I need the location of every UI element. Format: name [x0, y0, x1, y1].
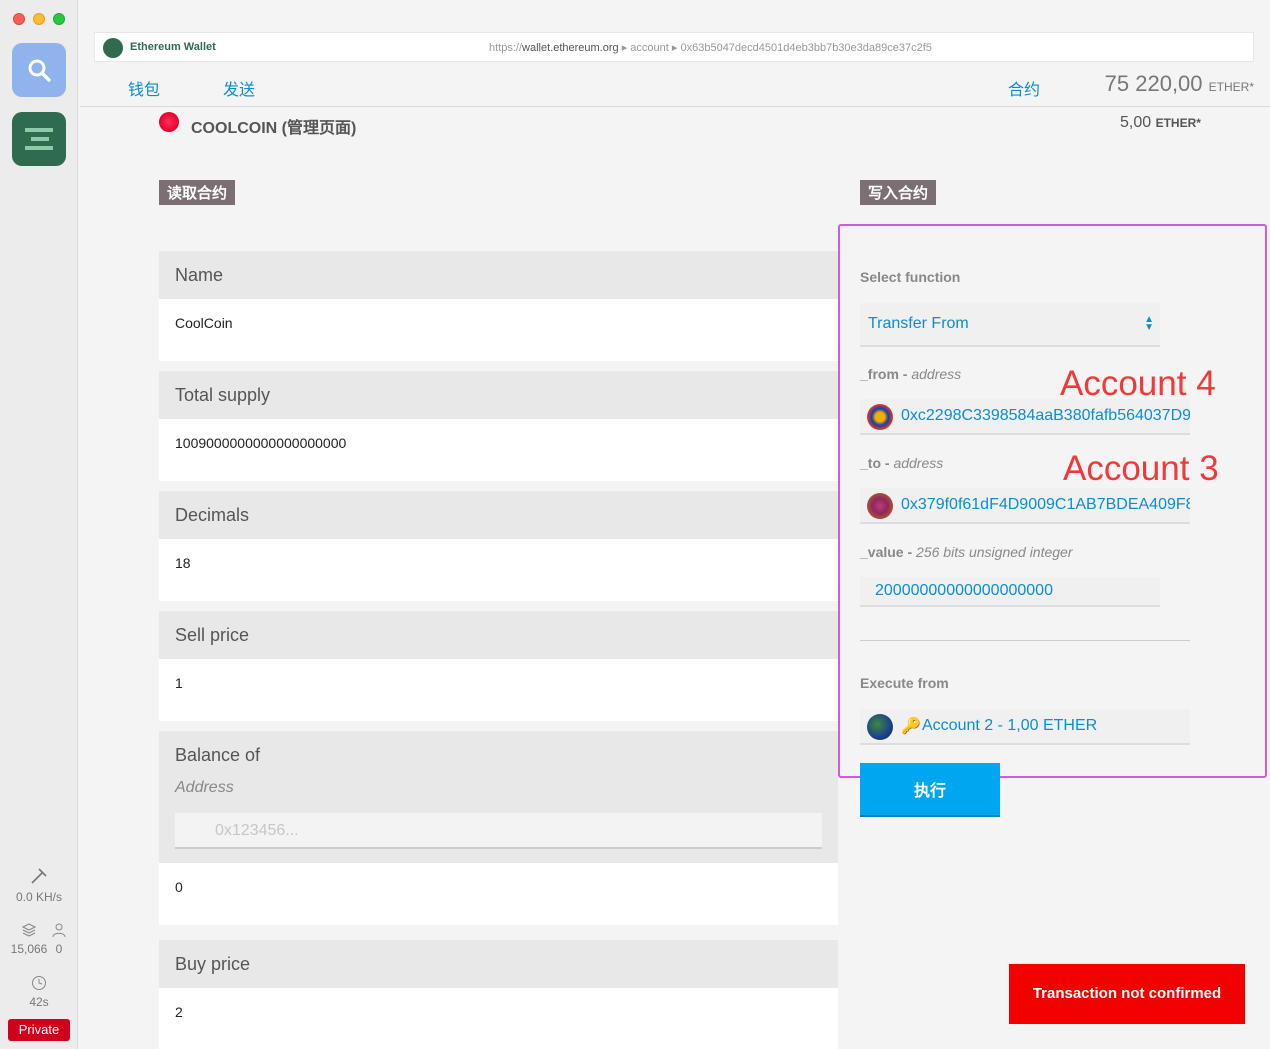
read-contract-heading: 读取合约 [159, 180, 236, 205]
select-arrows-icon: ▲ ▼ [1144, 314, 1154, 333]
search-icon [28, 59, 51, 82]
value-param-type: 256 bits unsigned integer [916, 544, 1073, 560]
select-function-label: Select function [860, 269, 961, 285]
read-field-balance-of: Balance of Address 0x123456... 0 [159, 731, 838, 925]
ethereum-wallet-logo-icon [103, 38, 123, 58]
maximize-window-button[interactable] [53, 13, 65, 25]
minimize-window-button[interactable] [33, 13, 45, 25]
read-field-label: Name [159, 251, 838, 299]
execute-from-account: Account 2 - 1,00 ETHER [922, 717, 1098, 734]
read-field-label: Buy price [159, 940, 838, 988]
key-icon: 🔑 [901, 718, 921, 735]
from-address-input[interactable]: 0xc2298C3398584aaB380fafb564037D9 [860, 399, 1190, 435]
contract-title: COOLCOIN (管理页面) [191, 120, 357, 137]
nav-contracts[interactable]: 合约 [1008, 76, 1040, 100]
browse-dapps-button[interactable] [12, 43, 66, 97]
total-balance: 75 220,00 ETHER* [1105, 71, 1254, 97]
address-param-label: Address [175, 779, 234, 796]
balance-of-address-input[interactable]: 0x123456... [175, 813, 822, 849]
read-field-name: Name CoolCoin [159, 251, 838, 361]
transaction-toast[interactable]: Transaction not confirmed [1009, 964, 1245, 1024]
read-field-decimals: Decimals 18 [159, 491, 838, 601]
window-controls [13, 13, 65, 25]
read-field-sell-price: Sell price 1 [159, 611, 838, 721]
url-scheme: https:// [489, 42, 523, 54]
contract-balance-value: 5,00 [1120, 114, 1152, 131]
read-field-label: Total supply [159, 371, 838, 419]
contract-balance-unit: ETHER* [1155, 116, 1201, 130]
value-param-label: _value - 256 bits unsigned integer [860, 544, 1073, 560]
function-select[interactable]: Transfer From ▲ ▼ [860, 303, 1160, 347]
read-field-label: Sell price [159, 611, 838, 659]
app-name: Ethereum Wallet [130, 41, 216, 53]
to-param-name: _to [860, 455, 881, 471]
execute-from-select[interactable]: 🔑 Account 2 - 1,00 ETHER [860, 709, 1190, 745]
peer-count: 0 [55, 942, 63, 956]
from-param-name: _from [860, 366, 899, 382]
read-field-label: Balance of [159, 731, 838, 779]
total-balance-value: 75 220,00 [1104, 71, 1203, 96]
app-dock: 0.0 KH/s 15,066 0 42s Private [0, 0, 78, 1049]
nav-wallet[interactable]: 钱包 [128, 76, 160, 100]
top-nav: 钱包 发送 合约 75 220,00 ETHER* [80, 62, 1270, 107]
mining-icon [0, 866, 78, 889]
divider [860, 640, 1190, 641]
write-contract-heading: 写入合约 [860, 180, 937, 205]
execute-from-label: Execute from [860, 675, 949, 691]
close-window-button[interactable] [13, 13, 25, 25]
url-breadcrumb: https://wallet.ethereum.org ▸ account ▸ … [489, 41, 932, 54]
read-field-value: 1009000000000000000000 [159, 419, 838, 481]
clock-icon [0, 975, 78, 994]
url-bar[interactable]: Ethereum Wallet https://wallet.ethereum.… [94, 32, 1254, 62]
to-param-label: _to - address [860, 455, 944, 471]
wallet-app-button[interactable] [12, 112, 66, 166]
annotation-to: Account 3 [1063, 449, 1219, 488]
address-param-wrap: 0x123456... [175, 813, 822, 863]
to-address-input[interactable]: 0x379f0f61dF4D9009C1AB7BDEA409F8 [860, 488, 1190, 524]
peers-icon [20, 922, 98, 941]
value-param-name: _value [860, 544, 904, 560]
read-field-value: 2 [159, 988, 838, 1049]
to-param-type: address [893, 455, 944, 471]
total-balance-unit: ETHER* [1208, 80, 1254, 94]
balance-of-params: Address 0x123456... [159, 779, 838, 863]
read-field-value: 0 [159, 863, 838, 925]
last-block-time: 42s [29, 995, 49, 1009]
url-crumb-account[interactable]: account [630, 42, 669, 54]
read-field-total-supply: Total supply 1009000000000000000000 [159, 371, 838, 481]
from-address: 0xc2298C3398584aaB380fafb564037D9 [901, 407, 1190, 424]
from-identicon-icon [867, 404, 893, 430]
nav-send[interactable]: 发送 [223, 76, 255, 100]
read-field-buy-price: Buy price 2 [159, 940, 838, 1049]
hashrate: 0.0 KH/s [15, 890, 63, 904]
from-param-type: address [911, 366, 962, 382]
breadcrumb-arrow-icon: ▸ [621, 42, 628, 54]
annotation-from: Account 4 [1060, 364, 1216, 403]
breadcrumb-arrow-icon: ▸ [671, 42, 678, 54]
url-crumb-address[interactable]: 0x63b5047decd4501d4eb3bb7b30e3da89ce37c2… [680, 42, 931, 54]
contract-identicon-icon [159, 112, 179, 132]
wallet-logo-icon [25, 128, 53, 150]
account-identicon-icon [867, 714, 893, 740]
read-field-value: CoolCoin [159, 299, 838, 361]
contract-balance: 5,00 ETHER* [1120, 114, 1201, 132]
execute-button[interactable]: 执行 [860, 763, 1000, 817]
read-field-value: 18 [159, 539, 838, 601]
network-badge: Private [8, 1019, 70, 1041]
value-input[interactable]: 20000000000000000000 [860, 577, 1160, 607]
url-host: wallet.ethereum.org [522, 42, 619, 54]
to-identicon-icon [867, 493, 893, 519]
read-field-label: Decimals [159, 491, 838, 539]
from-param-label: _from - address [860, 366, 962, 382]
read-field-value: 1 [159, 659, 838, 721]
to-address: 0x379f0f61dF4D9009C1AB7BDEA409F8 [901, 496, 1190, 513]
selected-function: Transfer From [868, 315, 969, 332]
